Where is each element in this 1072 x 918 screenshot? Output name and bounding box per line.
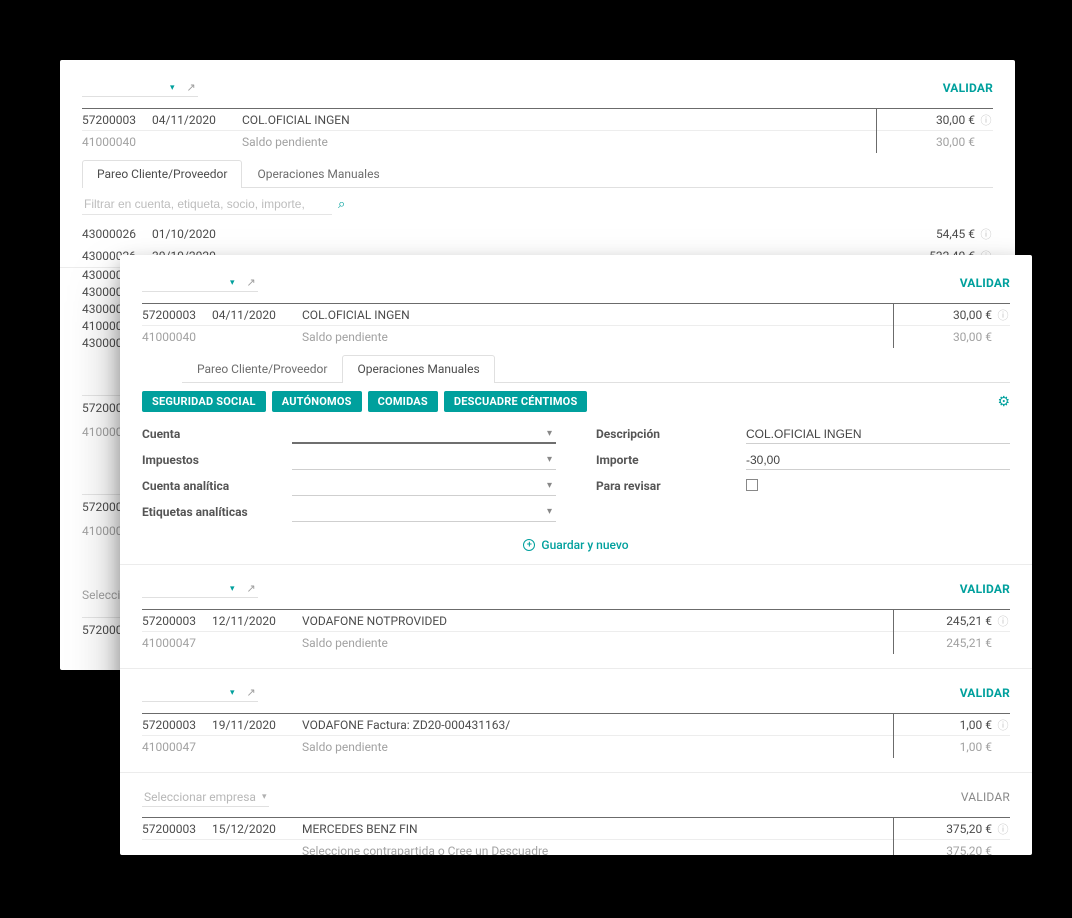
field-descripcion[interactable] — [746, 424, 1010, 444]
gear-icon[interactable]: ⚙ — [997, 394, 1010, 410]
tabs-front: Pareo Cliente/Proveedor Operaciones Manu… — [182, 354, 1010, 383]
field-impuestos[interactable]: ▾ — [292, 450, 556, 470]
pill-seg-social[interactable]: SEGURIDAD SOCIAL — [142, 391, 266, 412]
statement-line[interactable]: 57200003 19/11/2020 VODAFONE Factura: ZD… — [142, 714, 1010, 736]
filter-input[interactable] — [82, 194, 332, 215]
chevron-down-icon: ▾ — [230, 584, 235, 594]
tab-manual[interactable]: Operaciones Manuales — [242, 160, 394, 188]
label-cuenta: Cuenta — [142, 427, 292, 441]
chevron-down-icon: ▾ — [547, 506, 552, 517]
info-icon[interactable]: ⓘ — [996, 613, 1010, 629]
info-icon[interactable]: ⓘ — [996, 307, 1010, 323]
balance-line[interactable]: 41000047 Saldo pendiente 245,21 € — [142, 632, 1010, 654]
validate-button[interactable]: VALIDAR — [943, 81, 993, 95]
match-row[interactable]: 43000026 01/10/2020 54,45 € ⓘ — [82, 223, 993, 245]
company-select[interactable]: ▾ ↗ — [142, 684, 258, 702]
field-etiquetas-analiticas[interactable]: ▾ — [292, 502, 556, 522]
chevron-down-icon: ▾ — [547, 428, 552, 439]
label-descripcion: Descripción — [596, 427, 746, 441]
save-and-new-button[interactable]: + Guardar y nuevo — [142, 532, 1010, 564]
chevron-down-icon: ▾ — [170, 83, 175, 93]
info-icon[interactable]: ⓘ — [979, 112, 993, 128]
external-link-icon[interactable]: ↗ — [247, 686, 256, 699]
validate-button[interactable]: VALIDAR — [960, 276, 1010, 290]
chevron-down-icon: ▾ — [547, 480, 552, 491]
pill-descuadre[interactable]: DESCUADRE CÉNTIMOS — [444, 391, 588, 412]
tab-manual[interactable]: Operaciones Manuales — [342, 355, 494, 383]
tab-pareo[interactable]: Pareo Cliente/Proveedor — [82, 160, 242, 188]
balance-line[interactable]: 41000047 Saldo pendiente 1,00 € — [142, 736, 1010, 758]
info-icon[interactable]: ⓘ — [996, 821, 1010, 837]
company-select-back[interactable]: ▾ ↗ — [82, 79, 198, 97]
reconcile-card-front: ▾ ↗ VALIDAR 57200003 04/11/2020 COL.OFIC… — [120, 255, 1032, 855]
chevron-down-icon: ▾ — [230, 688, 235, 698]
validate-button[interactable]: VALIDAR — [960, 582, 1010, 596]
statement-line[interactable]: 57200003 15/12/2020 MERCEDES BENZ FIN 37… — [142, 818, 1010, 840]
tab-pareo[interactable]: Pareo Cliente/Proveedor — [182, 355, 342, 383]
chevron-down-icon: ▾ — [262, 792, 267, 802]
statement-line[interactable]: 57200003 12/11/2020 VODAFONE NOTPROVIDED… — [142, 610, 1010, 632]
validate-button-disabled: VALIDAR — [961, 790, 1010, 804]
company-select[interactable]: ▾ ↗ — [142, 580, 258, 598]
search-icon[interactable]: ⌕ — [338, 197, 345, 212]
field-cuenta[interactable]: ▾ — [292, 424, 556, 444]
field-importe[interactable] — [746, 450, 1010, 470]
header-balance-line[interactable]: 41000040 Saldo pendiente 30,00 € — [142, 326, 1010, 348]
pill-autonomos[interactable]: AUTÓNOMOS — [272, 391, 362, 412]
external-link-icon[interactable]: ↗ — [247, 276, 256, 289]
tabs-back: Pareo Cliente/Proveedor Operaciones Manu… — [82, 159, 993, 188]
label-impuestos: Impuestos — [142, 453, 292, 467]
balance-hint-line[interactable]: Seleccione contrapartida o Cree un Descu… — [142, 840, 1010, 855]
external-link-icon[interactable]: ↗ — [247, 582, 256, 595]
validate-button[interactable]: VALIDAR — [960, 686, 1010, 700]
external-link-icon[interactable]: ↗ — [187, 81, 196, 94]
label-etiquetas-analiticas: Etiquetas analíticas — [142, 505, 292, 519]
checkbox-para-revisar[interactable] — [746, 479, 758, 491]
pill-comidas[interactable]: COMIDAS — [368, 391, 438, 412]
label-cuenta-analitica: Cuenta analítica — [142, 479, 292, 493]
chevron-down-icon: ▾ — [547, 454, 552, 465]
chevron-down-icon: ▾ — [230, 278, 235, 288]
plus-circle-icon: + — [523, 539, 535, 551]
header-balance-line[interactable]: 41000040 Saldo pendiente 30,00 € — [82, 131, 993, 153]
field-cuenta-analitica[interactable]: ▾ — [292, 476, 556, 496]
label-para-revisar: Para revisar — [596, 479, 746, 493]
header-line[interactable]: 57200003 04/11/2020 COL.OFICIAL INGEN 30… — [142, 304, 1010, 326]
info-icon[interactable]: ⓘ — [979, 226, 993, 242]
company-select[interactable]: Seleccionar empresa ▾ — [142, 788, 269, 807]
company-select[interactable]: ▾ ↗ — [142, 274, 258, 292]
label-importe: Importe — [596, 453, 746, 467]
info-icon[interactable]: ⓘ — [996, 717, 1010, 733]
header-line[interactable]: 57200003 04/11/2020 COL.OFICIAL INGEN 30… — [82, 109, 993, 131]
